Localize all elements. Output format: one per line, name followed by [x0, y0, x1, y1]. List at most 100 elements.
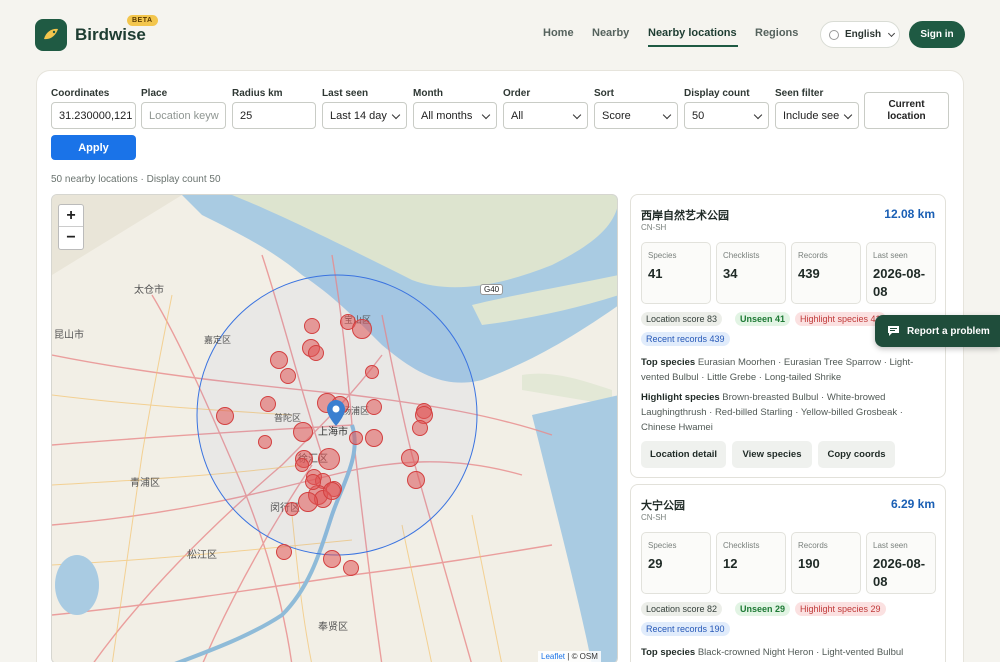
map-label-kunshan: 昆山市 [54, 330, 84, 341]
location-marker[interactable] [305, 474, 321, 490]
stat-label: Records [798, 541, 828, 550]
place-label: Place [141, 88, 168, 99]
location-marker[interactable] [323, 482, 341, 500]
location-marker[interactable] [298, 492, 318, 512]
location-marker[interactable] [412, 420, 428, 436]
location-detail-button[interactable]: Location detail [641, 441, 726, 468]
language-select[interactable]: English [820, 21, 900, 48]
stat-checklists: Checklists 12 [716, 532, 786, 594]
map-attribution: Leaflet | © OSM [538, 651, 601, 662]
view-species-button[interactable]: View species [732, 441, 812, 468]
location-marker[interactable] [365, 365, 379, 379]
location-marker[interactable] [285, 502, 299, 516]
report-problem-button[interactable]: Report a problem [875, 315, 1000, 347]
app-header: Birdwise BETA Home Nearby Nearby locatio… [0, 0, 1000, 70]
stat-label: Last seen [873, 541, 908, 550]
nav-nearby[interactable]: Nearby [592, 27, 629, 39]
chevron-down-icon [843, 110, 853, 120]
sort-label: Sort [594, 88, 614, 99]
month-select[interactable]: All months [413, 102, 497, 129]
map-label-fengxian: 奉贤区 [318, 622, 348, 633]
place-input[interactable]: Location keyw [141, 102, 226, 129]
location-marker[interactable] [365, 429, 383, 447]
location-marker[interactable] [295, 458, 309, 472]
location-marker[interactable] [366, 399, 382, 415]
location-marker[interactable] [407, 471, 425, 489]
coordinates-input[interactable]: 31.230000,121 [51, 102, 136, 129]
seen-filter-select[interactable]: Include see [775, 102, 859, 129]
selected-location-pin-icon[interactable] [327, 400, 345, 426]
unseen-badge: Unseen 41 [735, 312, 791, 326]
brand-name[interactable]: Birdwise [75, 25, 146, 45]
sign-in-button[interactable]: Sign in [909, 21, 965, 48]
birdwise-logo-icon[interactable] [35, 19, 67, 51]
location-name[interactable]: 大宁公园 [641, 497, 685, 513]
highlight-species-badge: Highlight species 41 [795, 312, 886, 326]
zoom-in-button[interactable]: + [59, 205, 83, 227]
stat-value: 2026-08-08 [873, 266, 926, 299]
location-marker[interactable] [323, 550, 341, 568]
location-distance: 6.29 km [890, 497, 935, 511]
nav-home[interactable]: Home [543, 27, 574, 39]
stat-label: Checklists [723, 541, 760, 550]
display-count-value: 50 [692, 109, 705, 122]
location-marker[interactable] [216, 407, 234, 425]
location-marker[interactable] [293, 422, 313, 442]
radius-input[interactable]: 25 [232, 102, 316, 129]
last-seen-select[interactable]: Last 14 day [322, 102, 407, 129]
location-marker[interactable] [343, 560, 359, 576]
location-marker[interactable] [352, 319, 372, 339]
order-value: All [511, 109, 524, 122]
order-select[interactable]: All [503, 102, 588, 129]
stat-species: Species 41 [641, 242, 711, 304]
stat-label: Last seen [873, 251, 908, 260]
globe-icon [829, 29, 839, 40]
apply-button[interactable]: Apply [51, 135, 136, 160]
nav-nearby-locations[interactable]: Nearby locations [648, 27, 737, 39]
seen-filter-label: Seen filter [775, 88, 824, 99]
map-label-g40: G40 [480, 284, 504, 295]
last-seen-label: Last seen [322, 88, 369, 99]
stat-value: 2026-08-08 [873, 556, 926, 589]
location-marker[interactable] [308, 345, 324, 361]
osm-attribution: | © OSM [567, 652, 598, 661]
current-location-button[interactable]: Current location [864, 92, 949, 129]
map-view[interactable]: 太仓市 昆山市 嘉定区 宝山区 普陀区 上海市 杨浦区 徐汇区 青浦区 闵行区 … [51, 194, 618, 662]
location-marker[interactable] [401, 449, 419, 467]
sort-select[interactable]: Score [594, 102, 678, 129]
location-marker[interactable] [304, 318, 320, 334]
map-label-putuo: 普陀区 [274, 413, 302, 423]
location-marker[interactable] [318, 448, 340, 470]
location-marker[interactable] [260, 396, 276, 412]
chevron-down-icon [391, 110, 401, 120]
stat-records: Records 190 [791, 532, 861, 594]
location-name[interactable]: 西岸自然艺术公园 [641, 207, 729, 223]
location-marker[interactable] [258, 435, 272, 449]
nav-regions[interactable]: Regions [755, 27, 798, 39]
zoom-out-button[interactable]: − [59, 227, 83, 249]
stat-value: 34 [723, 266, 738, 281]
location-region: CN-SH [641, 223, 667, 232]
coordinates-label: Coordinates [51, 88, 110, 99]
location-marker[interactable] [270, 351, 288, 369]
display-count-select[interactable]: 50 [684, 102, 769, 129]
stat-value: 29 [648, 556, 663, 571]
copy-coords-button[interactable]: Copy coords [818, 441, 895, 468]
stat-label: Species [648, 541, 677, 550]
location-marker[interactable] [276, 544, 292, 560]
unseen-badge: Unseen 29 [735, 602, 791, 616]
location-marker[interactable] [280, 368, 296, 384]
leaflet-link[interactable]: Leaflet [541, 652, 565, 661]
month-label: Month [413, 88, 443, 99]
active-nav-underline [648, 45, 738, 47]
seen-filter-value: Include see [783, 109, 840, 122]
stat-value: 12 [723, 556, 738, 571]
top-species-label: Top species [641, 647, 696, 658]
location-marker[interactable] [349, 431, 363, 445]
dianshan-lake-icon [55, 555, 99, 615]
location-distance: 12.08 km [884, 207, 935, 221]
month-value: All months [421, 109, 473, 122]
stat-species: Species 29 [641, 532, 711, 594]
stat-last-seen: Last seen 2026-08-08 [866, 532, 936, 594]
current-location-label-2: location [887, 111, 926, 122]
